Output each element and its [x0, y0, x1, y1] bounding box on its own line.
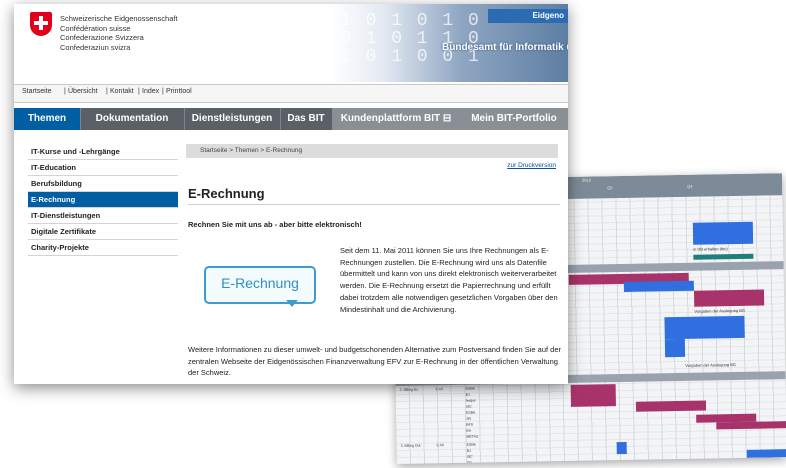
department-label-box: Eidgeno: [488, 9, 568, 23]
gantt-row-label: BFS: [466, 422, 474, 427]
lead-text: Rechnen Sie mit uns ab - aber bitte elek…: [188, 220, 362, 229]
gantt-row-label: 0.XX: [435, 387, 444, 392]
binary-row: 1 0 1 0 1 0: [340, 11, 481, 31]
gantt-note: in DB erhalten (tbc): [693, 246, 728, 252]
tab-dokumentation[interactable]: Dokumentation: [80, 108, 185, 130]
gantt-row-label: SR: [466, 416, 472, 421]
gantt-row-label: 0.XX: [436, 443, 445, 448]
sidebar-item-it-education[interactable]: IT-Education: [28, 160, 178, 176]
gantt-row-label: 3. Billing Ex: [399, 387, 418, 392]
sidebar-item-charity-projekte[interactable]: Charity-Projekte: [28, 240, 178, 256]
e-rechnung-logo: E-Rechnung: [204, 266, 316, 307]
intro-paragraph: Seit dem 11. Mai 2011 können Sie uns Ihr…: [340, 246, 558, 314]
gantt-bar: [664, 338, 686, 358]
sidebar-item-e-rechnung[interactable]: E-Rechnung: [28, 192, 178, 208]
gantt-bar: [616, 441, 627, 455]
gantt-bar: [693, 289, 765, 307]
gantt-bar: [664, 315, 745, 340]
breadcrumb-text[interactable]: Startseite > Themen > E-Rechnung: [200, 147, 302, 154]
print-version-link[interactable]: zur Druckversion: [507, 162, 556, 169]
gantt-row-label: ISC: [465, 404, 472, 409]
gantt-row-label: 3. Billing Out: [400, 443, 421, 448]
site-header: Schweizerische Eidgenossenschaft Confédé…: [14, 4, 568, 84]
info-paragraph: Weitere Informationen zu dieser umwelt- …: [188, 345, 561, 378]
confederation-wordmark[interactable]: Schweizerische Eidgenossenschaft Confédé…: [60, 14, 178, 52]
service-link-contact[interactable]: Kontakt: [110, 88, 134, 95]
gantt-row-label: SR: [466, 460, 472, 464]
service-navigation: Startseite | Übersicht | Kontakt | Index…: [14, 84, 568, 103]
sidebar-item-it-kurse[interactable]: IT-Kurse und -Lehrgänge: [28, 144, 178, 160]
sidebar-item-digitale-zertifikate[interactable]: Digitale Zertifikate: [28, 224, 178, 240]
gantt-bar: [623, 280, 694, 292]
wordmark-line: Schweizerische Eidgenossenschaft: [60, 14, 178, 23]
sidebar-item-berufsbildung[interactable]: Berufsbildung: [28, 176, 178, 192]
gantt-row-label: METAS: [466, 434, 479, 439]
service-link-printtool[interactable]: Printtool: [166, 88, 192, 95]
tab-themen[interactable]: Themen: [14, 108, 81, 130]
gantt-row-label: BA: [466, 428, 472, 433]
tab-dienstleistungen[interactable]: Dienstleistungen: [184, 108, 281, 130]
page-title: E-Rechnung: [188, 186, 265, 201]
webpage-window: Schweizerische Eidgenossenschaft Confédé…: [14, 4, 568, 384]
gantt-row-label: ESBK: [466, 442, 477, 447]
gantt-row-label: BJ: [465, 392, 470, 397]
header-banner: 1 0 1 0 1 0 0 1 0 1 1 0 1 0 1 0 0 1 Eidg…: [330, 4, 568, 82]
main-navigation: Themen Dokumentation Dienstleistungen Da…: [14, 108, 568, 130]
office-title: Bundesamt für Informatik u: [442, 42, 568, 53]
service-link-overview[interactable]: Übersicht: [68, 88, 98, 95]
wordmark-line: Confederazione Svizzera: [60, 33, 144, 42]
gantt-note: Vorgaben der Auslegung BG: [694, 307, 746, 314]
title-divider: [188, 204, 560, 205]
separator: |: [138, 88, 140, 95]
service-link-home[interactable]: Startseite: [22, 88, 52, 95]
gantt-row-label: fedpol: [465, 398, 476, 403]
gantt-bar: [692, 221, 754, 245]
gantt-quarter-label: Q3: [607, 185, 613, 191]
gantt-bar: [570, 384, 616, 407]
logo-text: E-Rechnung: [221, 275, 299, 291]
gantt-note: Vorgaben der Auslegung BG: [685, 362, 737, 368]
gantt-row-label: ISC: [466, 454, 473, 459]
separator: |: [106, 88, 108, 95]
wordmark-line: Confédération suisse: [60, 23, 131, 33]
gantt-row-label: ESBK: [466, 410, 476, 415]
gantt-row-label: ESBK: [465, 386, 476, 391]
wordmark-line: Confederaziun svizra: [60, 42, 131, 52]
separator: |: [64, 88, 66, 95]
left-navigation: IT-Kurse und -Lehrgänge IT-Education Ber…: [28, 144, 178, 256]
gantt-bar: [635, 400, 707, 412]
gantt-bar: [693, 253, 754, 260]
breadcrumb: Startseite > Themen > E-Rechnung: [186, 144, 558, 158]
tab-das-bit[interactable]: Das BIT: [280, 108, 333, 130]
separator: |: [162, 88, 164, 95]
sidebar-item-it-dienstleistungen[interactable]: IT-Dienstleistungen: [28, 208, 178, 224]
service-link-index[interactable]: Index: [142, 88, 159, 95]
binary-digits-graphic: 1 0 1 0 1 0 0 1 0 1 1 0 1 0 1 0 0 1: [340, 12, 481, 66]
gantt-year-label: 2013: [581, 177, 591, 183]
department-label: Eidgeno: [532, 11, 564, 20]
gantt-quarter-label: Q4: [687, 183, 693, 189]
swiss-cross-icon[interactable]: [30, 12, 52, 36]
gantt-row-label: BJ: [466, 448, 471, 453]
tab-kundenplattform[interactable]: Kundenplattform BIT ⊟: [332, 108, 461, 130]
speech-bubble-tail: [286, 300, 298, 307]
tab-mein-bit-portfolio[interactable]: Mein BIT-Portfolio: [460, 108, 568, 130]
gantt-bar: [716, 421, 786, 430]
gantt-bar: [746, 449, 786, 458]
